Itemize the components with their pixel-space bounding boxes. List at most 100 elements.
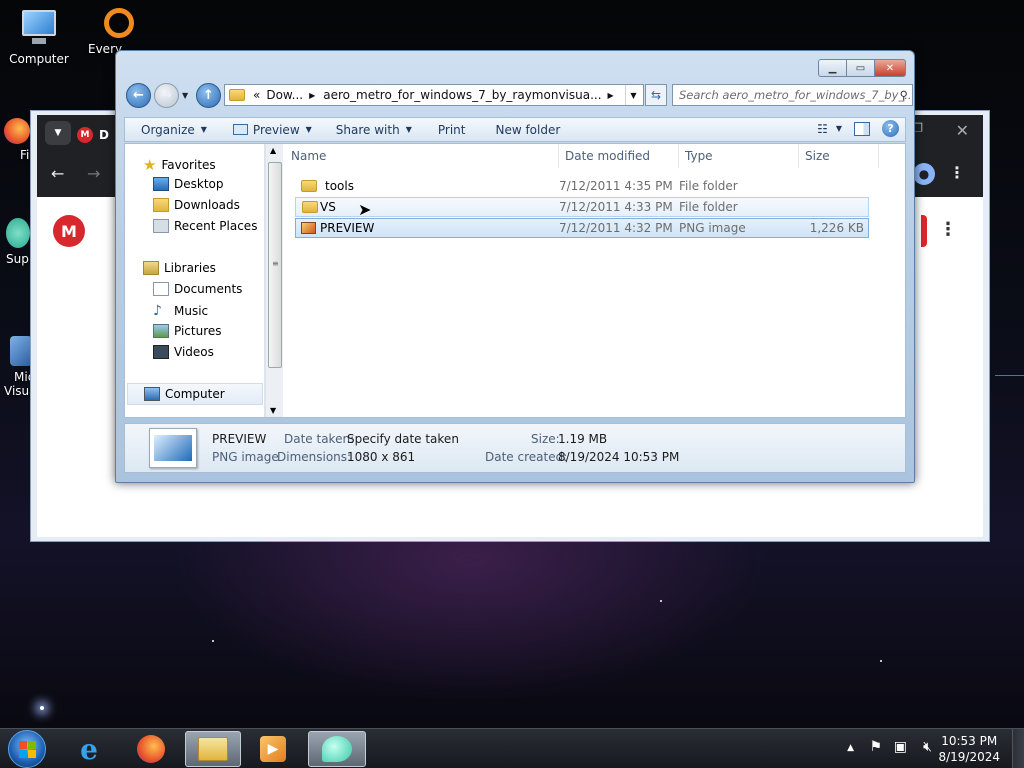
nav-music[interactable]: ♪ Music [153, 303, 208, 319]
help-icon[interactable]: ? [882, 120, 899, 137]
chevron-right-icon[interactable]: ▶ [608, 91, 614, 100]
network-icon[interactable]: ▣ [894, 739, 907, 755]
share-with-button[interactable]: Share with ▼ [327, 118, 421, 141]
address-segment[interactable]: aero_metro_for_windows_7_by_raymonvisua.… [323, 88, 601, 102]
close-icon[interactable]: ✕ [956, 121, 969, 140]
nav-desktop[interactable]: Desktop [153, 177, 224, 191]
mega-logo-letter: M [61, 221, 77, 241]
maximize-button[interactable]: ▭ [846, 59, 874, 77]
desktop-icon-everything[interactable]: Every [80, 8, 134, 56]
explorer-window[interactable]: ▁ ▭ ✕ ← → ▼ ↑ « Dow... ▶ aero_metro_for_… [115, 50, 915, 483]
nav-downloads[interactable]: Downloads [153, 198, 240, 212]
red-button-edge[interactable] [921, 215, 927, 247]
chevron-down-icon: ▼ [200, 125, 207, 134]
firefox-icon [4, 118, 30, 144]
forward-button[interactable]: → [154, 83, 179, 108]
new-folder-button[interactable]: New folder [486, 118, 569, 141]
nav-libraries[interactable]: Libraries [143, 261, 216, 275]
downloads-icon [153, 198, 169, 212]
desktop-icon-firefox[interactable]: Fi [0, 118, 30, 162]
page-menu-kebab-icon[interactable]: ⋮ [939, 219, 957, 240]
address-chevrons[interactable]: « [253, 88, 260, 102]
file-row[interactable]: PREVIEW 7/12/2011 4:32 PM PNG image 1,22… [295, 218, 869, 238]
organize-button[interactable]: Organize ▼ [125, 118, 216, 141]
back-button[interactable]: ← [126, 83, 151, 108]
address-bar[interactable]: « Dow... ▶ aero_metro_for_windows_7_by_r… [224, 84, 644, 106]
file-type: File folder [679, 179, 738, 193]
nav-label: Pictures [174, 324, 222, 338]
computer-icon [18, 8, 60, 48]
visual-studio-icon [10, 336, 32, 366]
print-button[interactable]: Print [429, 118, 475, 141]
minimize-button[interactable]: ▁ [818, 59, 846, 77]
clock[interactable]: 10:53 PM 8/19/2024 [938, 733, 1000, 765]
chevron-right-icon[interactable]: ▶ [309, 91, 315, 100]
back-arrow-icon[interactable]: ← [51, 164, 64, 183]
chevron-down-icon: ▼ [405, 125, 412, 134]
browser-tab[interactable]: M D [77, 119, 117, 151]
desktop-icon-support[interactable]: Sup [0, 218, 30, 266]
mega-favicon: M [77, 127, 93, 143]
preview-pane-icon[interactable] [854, 121, 870, 136]
nav-favorites[interactable]: ★ Favorites [143, 156, 216, 174]
desktop-icon-label: Fi [20, 148, 30, 162]
show-desktop-button[interactable] [1012, 729, 1024, 768]
file-row[interactable]: VS 7/12/2011 4:33 PM File folder ➤ [295, 197, 869, 219]
nav-videos[interactable]: Videos [153, 345, 214, 359]
mega-logo-icon[interactable]: M [53, 215, 85, 247]
desktop-icon-visual-studio[interactable]: Mic Visua [0, 336, 37, 398]
file-size: 1,226 KB [809, 221, 864, 235]
taskbar-internet-explorer[interactable]: e [62, 731, 116, 767]
forward-arrow-icon[interactable]: → [87, 164, 100, 183]
menu-kebab-icon[interactable]: ⋮ [949, 163, 965, 182]
search-icon[interactable]: ⚲ [900, 88, 908, 102]
close-button[interactable]: ✕ [874, 59, 906, 77]
file-name: tools [325, 179, 354, 193]
new-folder-label: New folder [495, 122, 561, 137]
date-taken-value[interactable]: Specify date taken [347, 432, 459, 446]
taskbar-media-player[interactable]: ▶ [246, 731, 300, 767]
volume-muted-icon[interactable]: 🔇︎ [923, 739, 932, 755]
action-center-icon[interactable]: ⚑ [869, 739, 882, 755]
file-row[interactable]: tools 7/12/2011 4:35 PM File folder [295, 176, 869, 196]
up-button[interactable]: ↑ [196, 83, 221, 108]
nav-label: Videos [174, 345, 214, 359]
taskbar-app[interactable] [308, 731, 366, 767]
profile-icon[interactable]: ● [913, 163, 935, 185]
nav-recent-places[interactable]: Recent Places [153, 219, 257, 233]
refresh-button[interactable]: ⇆ [645, 84, 667, 106]
column-header-name[interactable]: Name [285, 144, 559, 168]
preview-icon [232, 124, 248, 135]
preview-button[interactable]: Preview ▼ [224, 118, 321, 141]
view-options-icon[interactable]: ☷ ▼ [817, 122, 842, 136]
firefox-icon [137, 735, 165, 763]
search-input[interactable]: Search aero_metro_for_windows_7_by_... ⚲ [672, 84, 913, 106]
png-image-icon [301, 222, 316, 234]
show-hidden-icons[interactable]: ▲ [847, 743, 854, 753]
scrollbar-thumb[interactable]: ≡ [268, 162, 282, 368]
print-label: Print [437, 122, 466, 137]
thumbnail [149, 428, 197, 468]
column-header-type[interactable]: Type [679, 144, 799, 168]
start-button[interactable] [8, 730, 46, 768]
taskbar-firefox[interactable] [124, 731, 178, 767]
tab-search-button[interactable]: ▼ [45, 121, 71, 145]
address-segment[interactable]: Dow... [266, 88, 303, 102]
recent-pages-dropdown[interactable]: ▼ [182, 91, 188, 100]
scroll-down-icon[interactable]: ▼ [270, 406, 276, 415]
column-header-size[interactable]: Size [799, 144, 879, 168]
nav-pictures[interactable]: Pictures [153, 324, 222, 338]
search-placeholder: Search aero_metro_for_windows_7_by_... [679, 88, 913, 102]
desktop-icon-computer[interactable]: Computer [4, 8, 74, 66]
nav-computer[interactable]: Computer [127, 383, 263, 405]
address-dropdown-icon[interactable]: ▼ [625, 85, 641, 105]
nav-label: Computer [165, 387, 225, 401]
scroll-up-icon[interactable]: ▲ [270, 146, 276, 155]
taskbar-explorer[interactable] [185, 731, 241, 767]
toolbar-right: ☷ ▼ ? [817, 120, 899, 137]
nav-label: Favorites [161, 158, 216, 172]
nav-documents[interactable]: Documents [153, 282, 242, 296]
column-header-date[interactable]: Date modified [559, 144, 679, 168]
file-list: Name Date modified Type Size tools 7/12/… [285, 144, 905, 417]
navigation-scrollbar[interactable]: ▲ ≡ ▼ [265, 144, 283, 417]
